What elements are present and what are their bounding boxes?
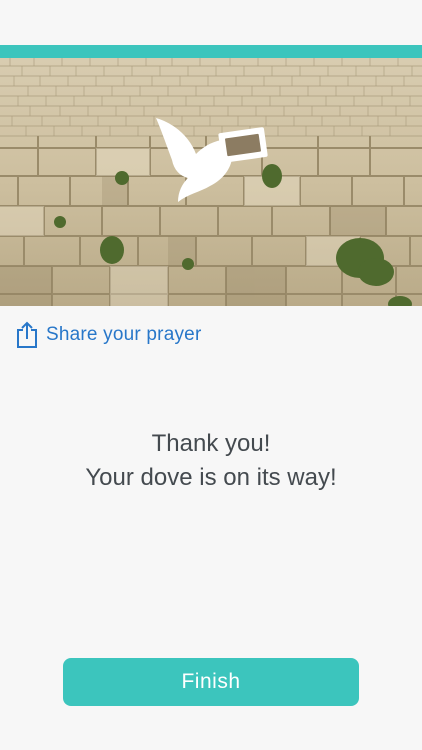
share-prayer-label: Share your prayer [46,324,202,345]
thank-you-text: Thank you! [151,430,271,457]
dove-on-way-text: Your dove is on its way! [85,464,337,491]
top-spacer [0,0,422,45]
finish-button[interactable]: Finish [63,658,359,706]
share-prayer-button[interactable]: Share your prayer [16,320,201,350]
confirmation-message: Thank you! Your dove is on its way! [0,427,422,495]
share-icon [16,321,38,349]
western-wall-image [0,58,422,306]
dove-with-note-icon [156,118,268,202]
accent-bar [0,45,422,58]
